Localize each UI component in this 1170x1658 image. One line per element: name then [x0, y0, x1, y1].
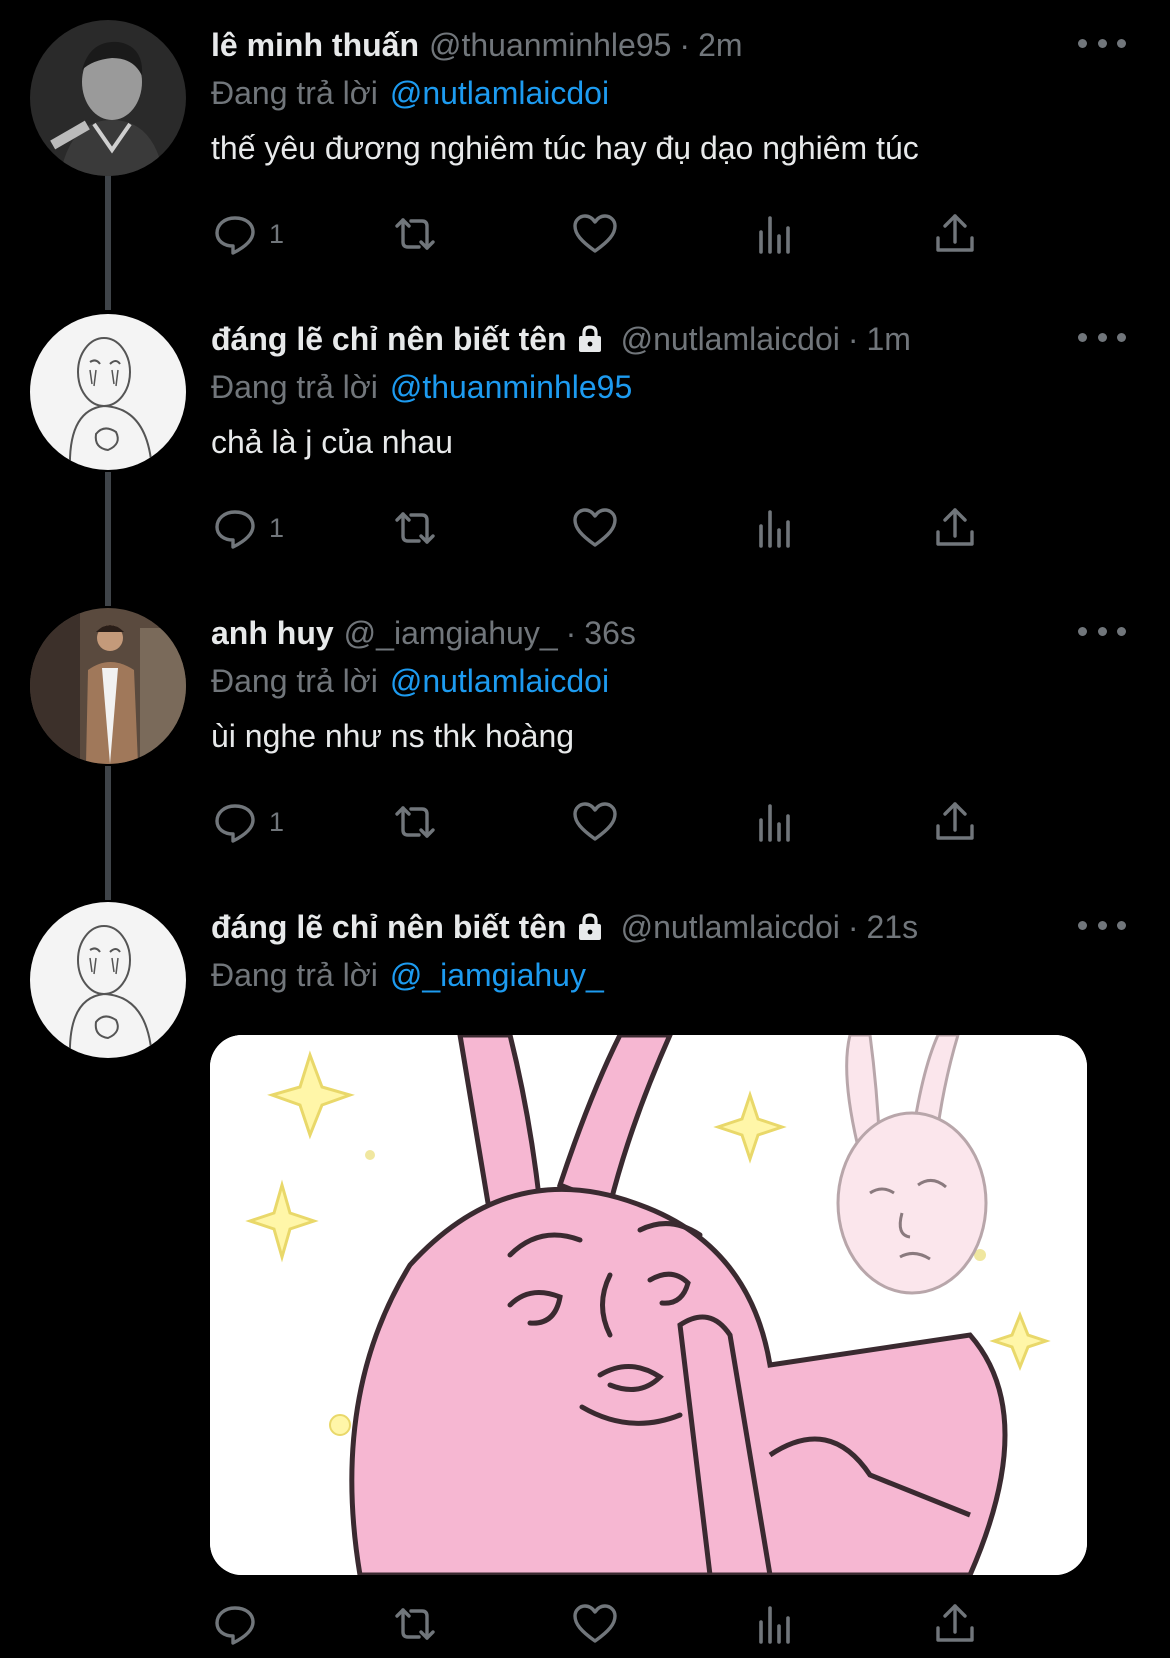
- share-button[interactable]: [931, 1596, 979, 1652]
- like-button[interactable]: [571, 500, 619, 556]
- mention-link[interactable]: @nutlamlaicdoi: [390, 663, 609, 700]
- analytics-button[interactable]: [751, 206, 799, 262]
- reply-icon: [215, 804, 255, 843]
- heart-icon: [573, 1604, 617, 1643]
- mention-link[interactable]: @thuanminhle95: [390, 369, 632, 406]
- heart-icon: [573, 802, 617, 841]
- replying-to-label: Đang trả lời: [211, 662, 378, 699]
- share-icon: [936, 1604, 974, 1642]
- reply-button[interactable]: [211, 1596, 269, 1652]
- replying-to: Đang trả lời @nutlamlaicdoi: [211, 658, 1170, 704]
- tweet-actions: 1: [211, 206, 1031, 262]
- separator-dot: ·: [565, 614, 577, 651]
- display-name[interactable]: lê minh thuấn: [211, 27, 419, 64]
- display-name[interactable]: anh huy: [211, 615, 334, 652]
- thread-line: [105, 472, 111, 606]
- avatar[interactable]: [30, 608, 186, 764]
- analytics-button[interactable]: [751, 794, 799, 850]
- share-icon: [936, 802, 974, 840]
- user-handle[interactable]: @nutlamlaicdoi: [621, 909, 840, 946]
- timestamp[interactable]: 21s: [867, 909, 919, 946]
- reply-icon: [215, 510, 255, 549]
- thread-line: [105, 766, 111, 900]
- display-name[interactable]: đáng lẽ chỉ nên biết tên: [211, 321, 567, 358]
- analytics-icon: [759, 1606, 790, 1644]
- analytics-icon: [759, 216, 790, 254]
- analytics-icon: [759, 804, 790, 842]
- tweet-text: thế yêu đương nghiêm túc hay đụ dạo nghi…: [211, 130, 919, 166]
- tweet-actions: 1: [211, 500, 1031, 556]
- replying-to: Đang trả lời @thuanminhle95: [211, 364, 1170, 410]
- user-handle[interactable]: @nutlamlaicdoi: [621, 321, 840, 358]
- reply-icon: [215, 1606, 255, 1645]
- reply-count: 1: [269, 806, 285, 837]
- retweet-button[interactable]: [391, 206, 439, 262]
- reply-button[interactable]: 1: [211, 794, 284, 850]
- avatar[interactable]: [30, 902, 186, 1058]
- analytics-button[interactable]: [751, 500, 799, 556]
- more-options-icon[interactable]: [1078, 28, 1126, 58]
- user-handle[interactable]: @thuanminhle95: [429, 27, 671, 64]
- avatar[interactable]: [30, 20, 186, 176]
- analytics-button[interactable]: [751, 1596, 799, 1652]
- more-options-icon[interactable]: [1078, 322, 1126, 352]
- tweet-actions: [211, 1596, 1031, 1652]
- tweet-media-image[interactable]: [210, 1035, 1087, 1575]
- replying-to-label: Đang trả lời: [211, 74, 378, 111]
- replying-to-label: Đang trả lời: [211, 368, 378, 405]
- share-button[interactable]: [931, 206, 979, 262]
- retweet-icon: [395, 806, 435, 838]
- mention-link[interactable]: @_iamgiahuy_: [390, 957, 604, 994]
- avatar[interactable]: [30, 314, 186, 470]
- thread-line: [105, 168, 111, 310]
- separator-dot: ·: [847, 320, 859, 357]
- reply-icon: [215, 216, 255, 255]
- mention-link[interactable]: @nutlamlaicdoi: [390, 75, 609, 112]
- timestamp[interactable]: 36s: [584, 615, 636, 652]
- share-button[interactable]: [931, 794, 979, 850]
- share-icon: [936, 214, 974, 252]
- heart-icon: [573, 508, 617, 547]
- timestamp[interactable]: 1m: [867, 321, 911, 358]
- retweet-button[interactable]: [391, 500, 439, 556]
- retweet-icon: [395, 1608, 435, 1640]
- tweet-actions: 1: [211, 794, 1031, 850]
- like-button[interactable]: [571, 1596, 619, 1652]
- more-options-icon[interactable]: [1078, 910, 1126, 940]
- separator-dot: ·: [847, 908, 859, 945]
- display-name[interactable]: đáng lẽ chỉ nên biết tên: [211, 909, 567, 946]
- lock-icon: [578, 913, 601, 940]
- share-button[interactable]: [931, 500, 979, 556]
- reply-count: 1: [269, 512, 285, 543]
- share-icon: [936, 508, 974, 546]
- more-options-icon[interactable]: [1078, 616, 1126, 646]
- tweet-text: ùi nghe như ns thk hoàng: [211, 718, 575, 754]
- user-handle[interactable]: @_iamgiahuy_: [344, 615, 558, 652]
- retweet-button[interactable]: [391, 1596, 439, 1652]
- retweet-icon: [395, 512, 435, 544]
- reply-button[interactable]: 1: [211, 206, 284, 262]
- replying-to: Đang trả lời @nutlamlaicdoi: [211, 70, 1170, 116]
- separator-dot: ·: [679, 26, 691, 63]
- reply-count: 1: [269, 218, 285, 249]
- heart-icon: [573, 214, 617, 253]
- retweet-icon: [395, 218, 435, 250]
- reply-button[interactable]: 1: [211, 500, 284, 556]
- like-button[interactable]: [571, 206, 619, 262]
- lock-icon: [578, 325, 601, 352]
- replying-to-label: Đang trả lời: [211, 956, 378, 993]
- tweet-text: chả là j của nhau: [211, 424, 453, 460]
- timestamp[interactable]: 2m: [698, 27, 742, 64]
- replying-to: Đang trả lời @_iamgiahuy_: [211, 952, 1170, 998]
- analytics-icon: [759, 510, 790, 548]
- like-button[interactable]: [571, 794, 619, 850]
- retweet-button[interactable]: [391, 794, 439, 850]
